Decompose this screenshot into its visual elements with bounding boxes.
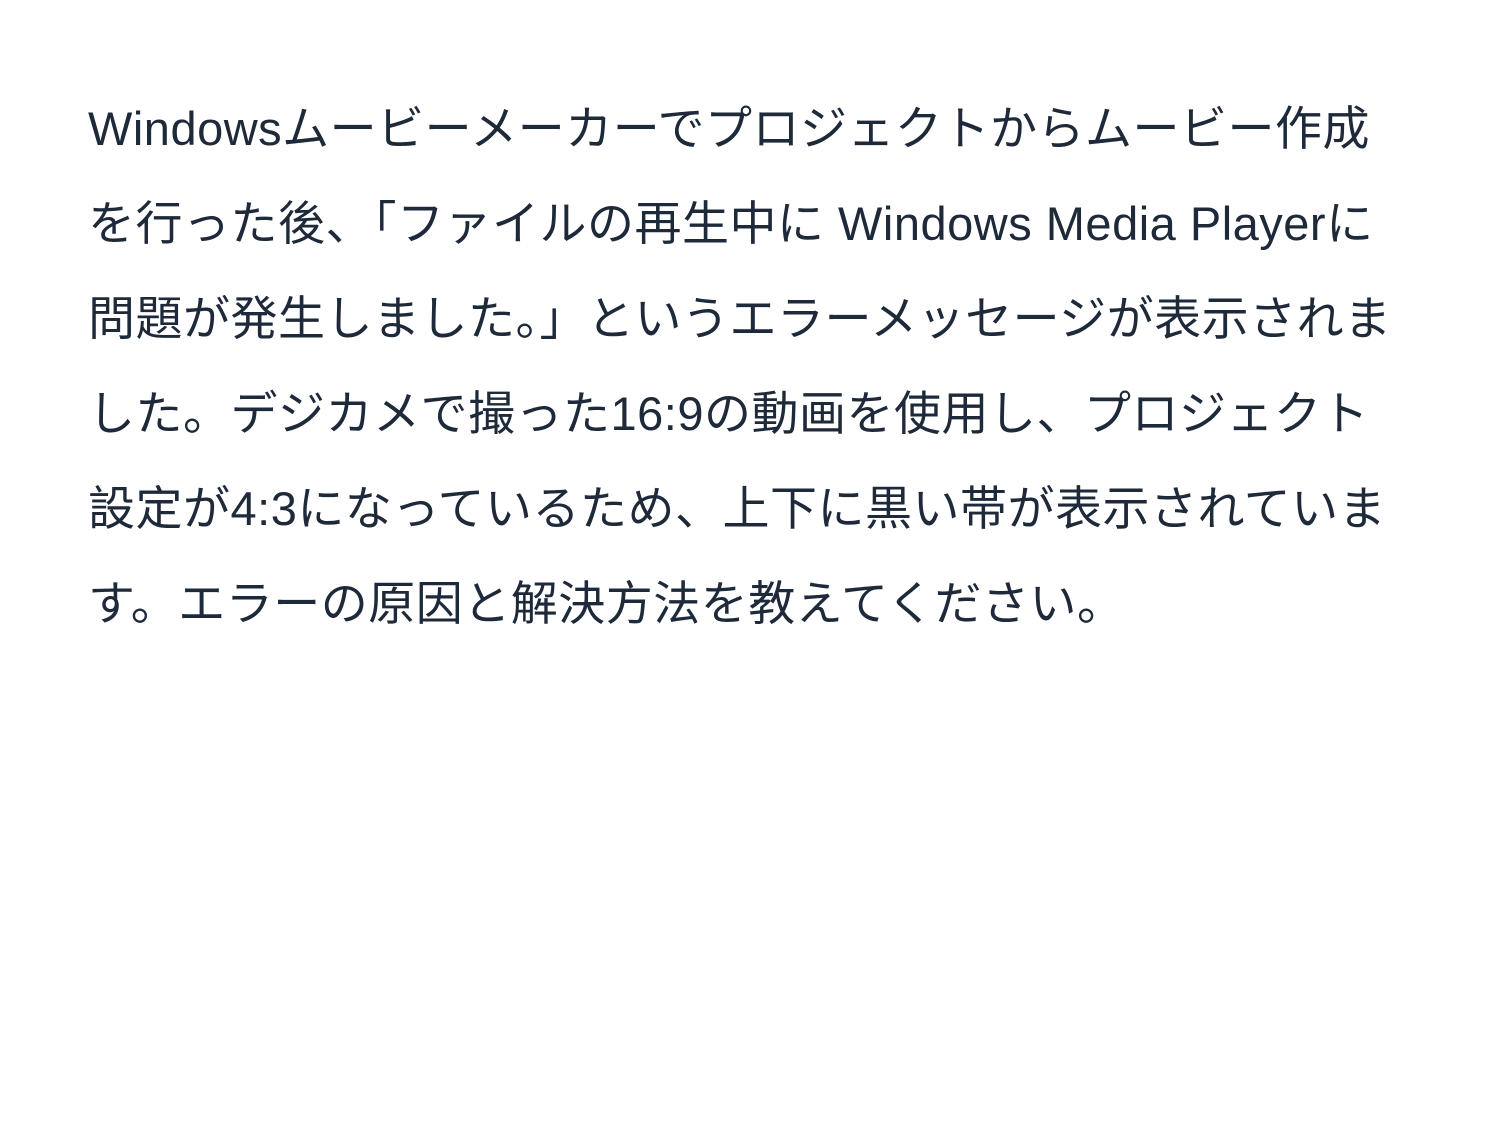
body-text: Windowsムービーメーカーでプロジェクトからムービー作成を行った後、「ファイ… bbox=[88, 82, 1412, 652]
